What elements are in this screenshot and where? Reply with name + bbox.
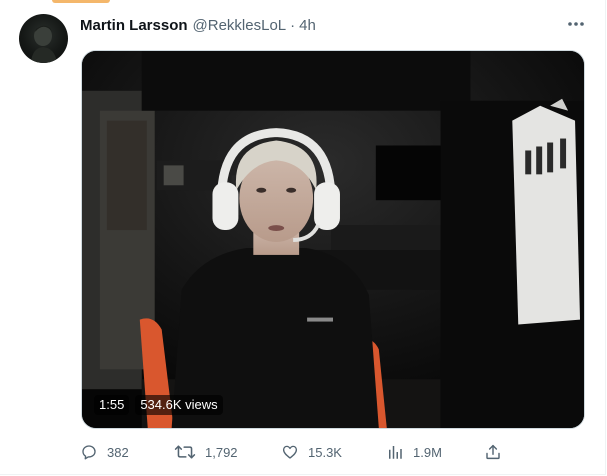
accent-bar (52, 0, 110, 3)
profile-avatar-icon (31, 25, 57, 63)
share-button[interactable] (484, 439, 502, 465)
reply-icon (82, 445, 96, 460)
more-options-button[interactable] (560, 13, 592, 35)
video-view-count: 534.6K views (135, 395, 223, 415)
heart-icon (282, 445, 298, 459)
retweet-count: 1,792 (205, 444, 238, 460)
retweet-icon (174, 445, 196, 459)
video-frame (82, 51, 584, 428)
share-icon (486, 444, 500, 460)
avatar[interactable] (19, 14, 68, 63)
reply-button[interactable]: 382 (80, 439, 129, 465)
view-count: 1.9M (413, 444, 442, 460)
header-separator: · (290, 16, 296, 34)
video-meta: 1:55 534.6K views (94, 395, 223, 415)
retweet-button[interactable]: 1,792 (174, 439, 238, 465)
author-handle[interactable]: @RekklesLoL (193, 17, 287, 34)
video-player[interactable]: 1:55 534.6K views (81, 50, 585, 429)
like-button[interactable]: 15.3K (281, 439, 342, 465)
reply-count: 382 (107, 444, 129, 460)
analytics-icon (389, 446, 402, 459)
more-dots-icon (568, 22, 584, 26)
video-duration: 1:55 (94, 395, 130, 415)
author-name[interactable]: Martin Larsson (80, 17, 188, 34)
tweet-header: Martin Larsson @RekklesLoL · 4h (80, 16, 316, 34)
views-button[interactable]: 1.9M (386, 439, 442, 465)
tweet-actions: 382 1,792 15.3K 1.9M (80, 439, 505, 465)
like-count: 15.3K (308, 444, 342, 460)
post-time[interactable]: 4h (299, 17, 316, 34)
